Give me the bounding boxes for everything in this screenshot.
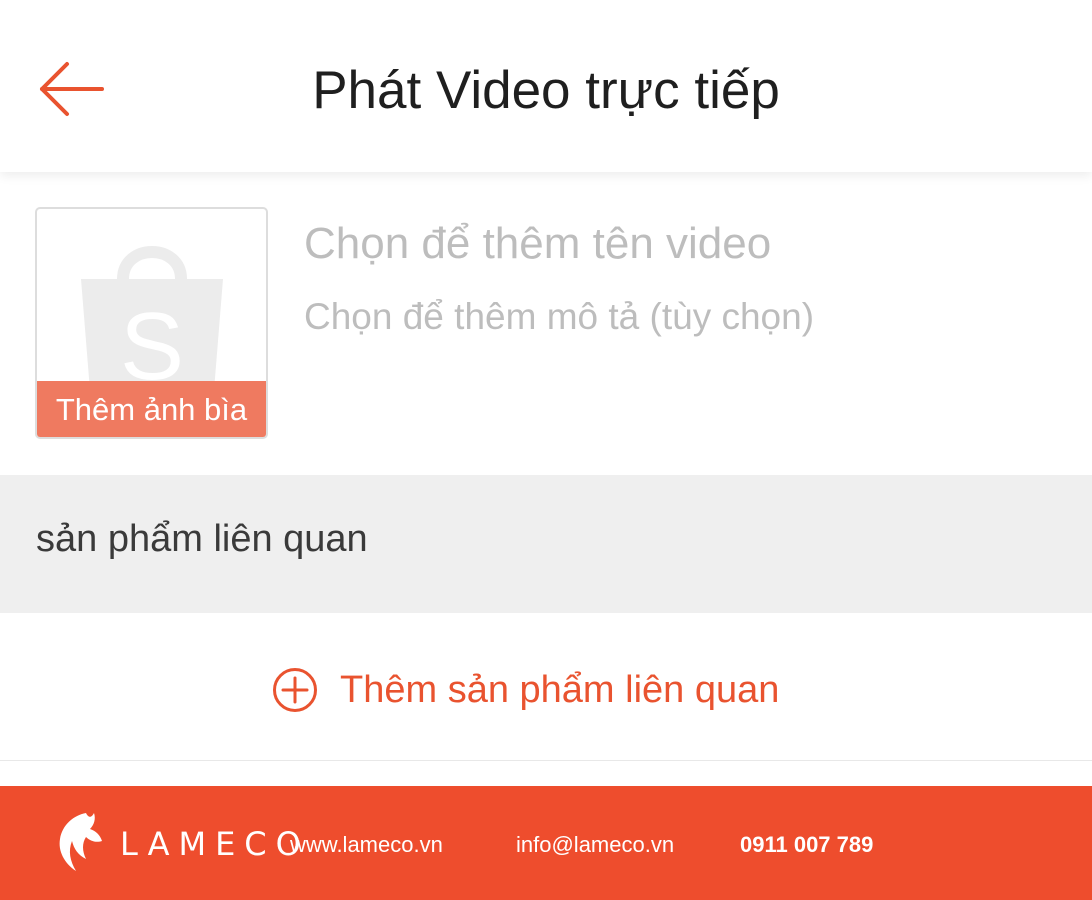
add-cover-button[interactable]: S Thêm ảnh bìa [35, 207, 268, 439]
add-cover-label: Thêm ảnh bìa [37, 381, 266, 437]
related-products-label: sản phẩm liên quan [36, 518, 368, 560]
video-info-section: S Thêm ảnh bìa Chọn để thêm tên video Ch… [0, 172, 1092, 475]
top-bar: Phát Video trực tiếp [0, 0, 1092, 172]
video-description-field[interactable]: Chọn để thêm mô tả (tùy chọn) [304, 292, 814, 342]
add-related-product-button[interactable]: Thêm sản phẩm liên quan [0, 613, 1092, 761]
brand-footer: LAMECO www.lameco.vn info@lameco.vn 0911… [0, 786, 1092, 900]
horse-logo-icon [56, 811, 106, 873]
related-products-header: sản phẩm liên quan [0, 475, 1092, 613]
email-link[interactable]: info@lameco.vn [516, 830, 674, 860]
video-title-field[interactable]: Chọn để thêm tên video [304, 214, 771, 274]
page-title: Phát Video trực tiếp [312, 61, 780, 120]
add-related-product-label: Thêm sản phẩm liên quan [340, 669, 780, 711]
website-link[interactable]: www.lameco.vn [290, 830, 443, 860]
live-video-screen: Phát Video trực tiếp S Thêm ảnh bìa Chọn… [0, 0, 1092, 900]
phone-number[interactable]: 0911 007 789 [740, 830, 873, 860]
plus-circle-icon [272, 667, 318, 713]
add-related-product-content: Thêm sản phẩm liên quan [272, 665, 779, 715]
brand-name: LAMECO [120, 825, 310, 863]
